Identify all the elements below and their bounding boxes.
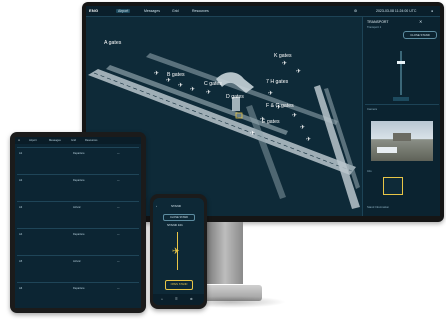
gate-label-e: E gates xyxy=(262,119,280,125)
home-icon[interactable]: ⌂ xyxy=(161,297,163,301)
phone-close-stand-button[interactable]: CLOSE STAND xyxy=(163,214,195,221)
tab-resources[interactable]: Resources xyxy=(192,9,209,13)
stand-position-indicator xyxy=(393,97,409,101)
svg-text:✈: ✈ xyxy=(166,77,171,84)
table-row[interactable]: A2 Departure — xyxy=(17,174,139,202)
gate-label-fg: F & G gates xyxy=(266,103,294,109)
gate-label-b: B gates xyxy=(167,72,185,78)
svg-text:✈: ✈ xyxy=(306,136,311,143)
svg-text:✈: ✈ xyxy=(300,124,305,131)
svg-text:✈: ✈ xyxy=(178,82,183,89)
row-status: — xyxy=(117,233,120,236)
tab-airport[interactable]: Airport xyxy=(116,9,131,13)
svg-text:✈: ✈ xyxy=(282,60,287,67)
gate-label-a: A gates xyxy=(104,40,122,46)
phone-title: STAND xyxy=(171,204,181,208)
row-status: — xyxy=(117,287,120,290)
stand-slider-track[interactable] xyxy=(400,51,402,95)
row-status: — xyxy=(117,179,120,182)
panel-title: TRANSPORT xyxy=(367,20,389,24)
panel-subtitle: Transport 1 xyxy=(367,25,382,29)
svg-text:✈: ✈ xyxy=(206,89,211,96)
table-row[interactable]: A4 Departure — xyxy=(17,228,139,256)
phone-bottom-nav: ⌂ ☰ ⚙ xyxy=(153,294,204,305)
tab-grid[interactable]: Grid xyxy=(172,9,179,13)
row-stand: A6 xyxy=(19,287,23,290)
notification-icon[interactable]: ⚙ xyxy=(354,9,357,13)
datetime-display: 2023-03-08 11:24:00 UTC xyxy=(376,9,417,13)
close-icon[interactable]: ✕ xyxy=(419,19,422,24)
gate-label-d: D gates xyxy=(226,94,244,100)
svg-text:✈: ✈ xyxy=(292,112,297,119)
stand-slider-handle[interactable] xyxy=(397,61,405,64)
tab-messages[interactable]: Messages xyxy=(144,9,160,13)
row-type: Arrival xyxy=(73,260,81,263)
stand-information-label: Stand Information xyxy=(367,205,390,209)
svg-text:✈: ✈ xyxy=(190,86,195,93)
list-icon[interactable]: ☰ xyxy=(175,297,178,301)
svg-text:✈: ✈ xyxy=(296,68,301,75)
tablet-topbar: ✈ Airport Messages Grid Resources xyxy=(15,137,141,144)
phone-aircraft-icon: ✈ xyxy=(172,246,180,256)
app-logo: ENG xyxy=(89,8,99,13)
phone-screen: ‹ STAND CLOSE STAND STAND 101 ✈ OPEN STA… xyxy=(153,198,204,305)
stand-status-box xyxy=(383,177,403,195)
camera-aircraft xyxy=(377,147,397,153)
gate-label-h: 7 H gates xyxy=(266,79,289,85)
phone-device: ‹ STAND CLOSE STAND STAND 101 ✈ OPEN STA… xyxy=(150,194,207,309)
monitor-stand-neck xyxy=(207,222,243,284)
tablet-tab-resources[interactable]: Resources xyxy=(85,139,97,142)
row-type: Departure xyxy=(73,179,85,182)
row-type: Departure xyxy=(73,287,85,290)
tablet-screen: ✈ Airport Messages Grid Resources A1 Dep… xyxy=(15,137,141,308)
tablet-logo: ✈ xyxy=(18,139,21,142)
row-stand: A4 xyxy=(19,233,23,236)
svg-text:✈: ✈ xyxy=(268,90,273,97)
tablet-tab-grid[interactable]: Grid xyxy=(71,139,76,142)
row-stand: A1 xyxy=(19,152,23,155)
row-status: — xyxy=(117,206,120,209)
row-type: Arrival xyxy=(73,206,81,209)
gate-label-k: K gates xyxy=(274,53,292,59)
close-stand-button[interactable]: CLOSE STAND xyxy=(403,31,437,39)
gear-icon[interactable]: ⚙ xyxy=(190,297,193,301)
row-type: Departure xyxy=(73,233,85,236)
row-stand: A5 xyxy=(19,260,23,263)
stand-detail-panel: TRANSPORT Transport 1 ✕ CLOSE STAND Came… xyxy=(362,17,440,216)
svg-text:✈: ✈ xyxy=(154,70,159,77)
user-menu-icon[interactable]: ● xyxy=(431,9,433,13)
row-status: — xyxy=(117,152,120,155)
tablet-tab-messages[interactable]: Messages xyxy=(49,139,61,142)
tablet-tab-airport[interactable]: Airport xyxy=(29,139,37,142)
table-row[interactable]: A5 Arrival — xyxy=(17,255,139,283)
table-row[interactable]: A3 Arrival — xyxy=(17,201,139,229)
row-stand: A3 xyxy=(19,206,23,209)
gate-label-c: C gates xyxy=(204,81,222,87)
top-navigation-bar: ENG Airport Messages Grid Resources 2023… xyxy=(86,6,440,17)
phone-open-stand-button[interactable]: OPEN STAND xyxy=(165,280,193,290)
camera-section-label: Camera xyxy=(367,107,377,111)
row-status: — xyxy=(117,260,120,263)
camera-feed-image[interactable] xyxy=(371,121,433,161)
table-row[interactable]: A1 Departure — xyxy=(17,147,139,175)
svg-text:✈: ✈ xyxy=(250,130,255,137)
row-type: Departure xyxy=(73,152,85,155)
panel-divider xyxy=(365,104,439,105)
phone-stand-id: STAND 101 xyxy=(167,223,183,227)
info-section-label: Info xyxy=(367,169,372,173)
table-row[interactable]: A6 Departure — xyxy=(17,282,139,308)
camera-building xyxy=(393,133,411,141)
phone-back-icon[interactable]: ‹ xyxy=(156,204,157,208)
tablet-device: ✈ Airport Messages Grid Resources A1 Dep… xyxy=(10,132,146,313)
row-stand: A2 xyxy=(19,179,23,182)
